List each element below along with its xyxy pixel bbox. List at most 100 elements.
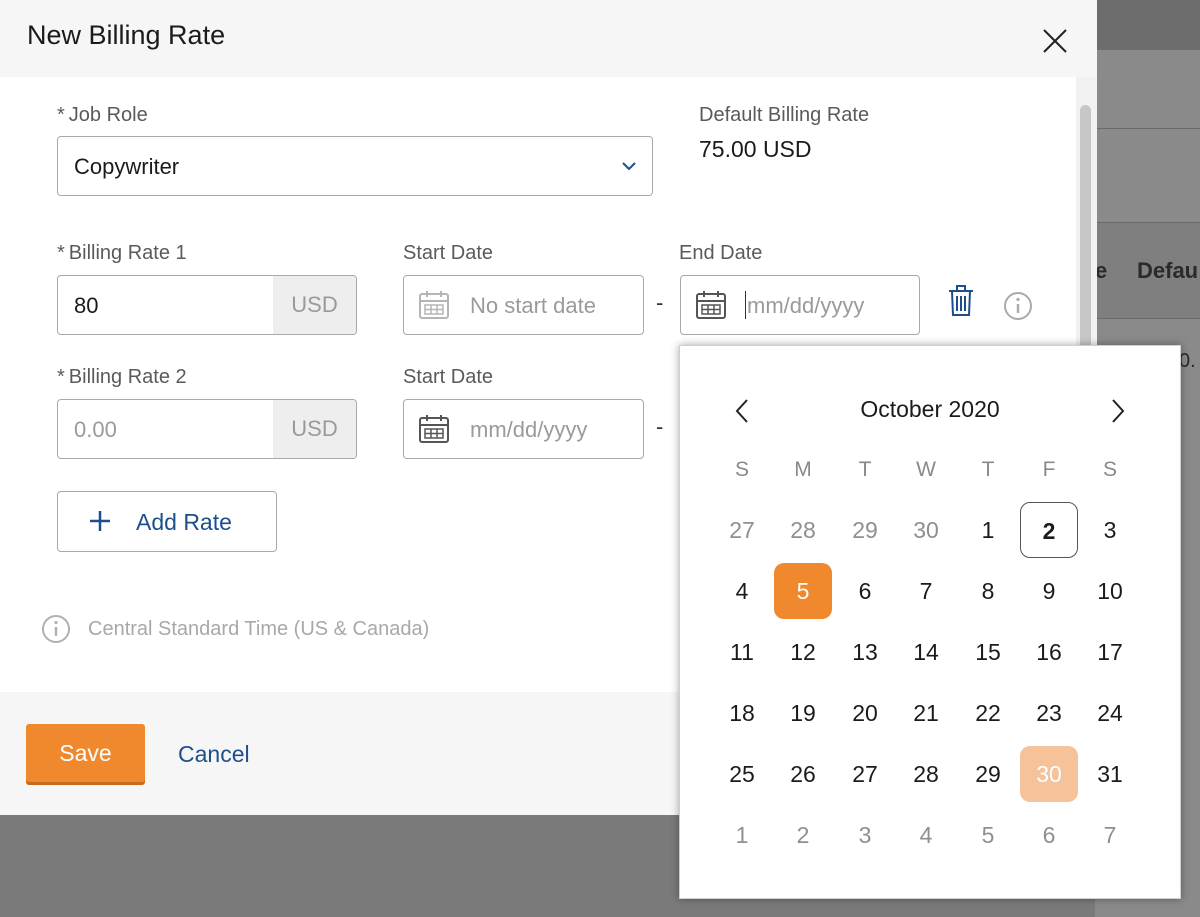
calendar-day[interactable]: 20 — [836, 685, 894, 741]
background-cell-fragment: 0. — [1179, 350, 1196, 372]
start-date-2-placeholder: mm/dd/yyyy — [470, 417, 588, 442]
billing-rate-1-label-text: Billing Rate 1 — [68, 242, 187, 264]
start-date-2-field[interactable]: mm/dd/yyyy — [403, 399, 644, 459]
billing-rate-1-input[interactable]: 80 USD — [57, 275, 357, 335]
add-rate-label: Add Rate — [136, 509, 232, 535]
timezone-text: Central Standard Time (US & Canada) — [88, 618, 430, 640]
calendar-day[interactable]: 28 — [774, 502, 832, 558]
calendar-day[interactable]: 11 — [713, 624, 771, 680]
calendar-day-today[interactable]: 2 — [1020, 502, 1078, 558]
calendar-day[interactable]: 17 — [1081, 624, 1139, 680]
calendar-day[interactable]: 24 — [1081, 685, 1139, 741]
calendar-day[interactable]: 29 — [836, 502, 894, 558]
calendar-day[interactable]: 5 — [959, 807, 1017, 863]
info-icon[interactable] — [1003, 291, 1033, 321]
close-icon[interactable] — [1040, 26, 1070, 56]
billing-rate-2-label-text: Billing Rate 2 — [68, 366, 187, 388]
billing-rate-2-input[interactable]: 0.00 USD — [57, 399, 357, 459]
calendar-day[interactable]: 30 — [897, 502, 955, 558]
job-role-select[interactable]: Copywriter — [57, 136, 653, 196]
background-header-band — [1095, 0, 1200, 50]
currency-addon: USD — [273, 400, 356, 458]
calendar-day[interactable]: 13 — [836, 624, 894, 680]
job-role-label: * Job Role — [57, 104, 148, 127]
calendar-weekday-header: T — [858, 458, 872, 481]
calendar-day[interactable]: 25 — [713, 746, 771, 802]
calendar-day[interactable]: 18 — [713, 685, 771, 741]
start-date-1-label: Start Date — [403, 242, 494, 264]
chevron-right-icon[interactable] — [1106, 396, 1130, 426]
end-date-1-label: End Date — [679, 242, 763, 264]
calendar-weekday-header: T — [981, 458, 995, 481]
required-marker: * — [57, 366, 65, 388]
billing-rate-1-label: * Billing Rate 1 — [57, 242, 187, 265]
calendar-day[interactable]: 23 — [1020, 685, 1078, 741]
calendar-day[interactable]: 14 — [897, 624, 955, 680]
calendar-day[interactable]: 4 — [713, 563, 771, 619]
calendar-day[interactable]: 27 — [713, 502, 771, 558]
calendar-day[interactable]: 1 — [713, 807, 771, 863]
calendar-day[interactable]: 2 — [774, 807, 832, 863]
calendar-day[interactable]: 21 — [897, 685, 955, 741]
save-button[interactable]: Save — [26, 724, 145, 782]
background-divider — [1095, 128, 1200, 129]
calendar-day[interactable]: 3 — [1081, 502, 1139, 558]
calendar-day[interactable]: 15 — [959, 624, 1017, 680]
calendar-day[interactable]: 19 — [774, 685, 832, 741]
calendar-weekday-header: W — [916, 458, 936, 481]
calendar-weekday-header: M — [794, 458, 812, 481]
calendar-day-selected[interactable]: 5 — [774, 563, 832, 619]
calendar-day[interactable]: 4 — [897, 807, 955, 863]
chevron-down-icon — [622, 162, 636, 171]
calendar-day-hovered[interactable]: 30 — [1020, 746, 1078, 802]
date-picker-popup: October 2020 SMTWTFS 27 28 29 30 1 2 3 4 5 6 7 8 9 10… — [679, 345, 1181, 899]
default-billing-rate-label: Default Billing Rate — [699, 104, 870, 126]
calendar-day[interactable]: 16 — [1020, 624, 1078, 680]
cancel-button[interactable]: Cancel — [178, 741, 250, 768]
calendar-day[interactable]: 28 — [897, 746, 955, 802]
background-divider — [1095, 318, 1200, 319]
end-date-1-field[interactable]: mm/dd/yyyy — [680, 275, 920, 335]
calendar-day[interactable]: 8 — [959, 563, 1017, 619]
calendar-icon — [419, 291, 449, 319]
calendar-day[interactable]: 3 — [836, 807, 894, 863]
calendar-day[interactable]: 12 — [774, 624, 832, 680]
calendar-day[interactable]: 27 — [836, 746, 894, 802]
required-marker: * — [57, 242, 65, 264]
currency-addon: USD — [273, 276, 356, 334]
default-billing-rate-value: 75.00 USD — [699, 136, 812, 162]
background-divider — [1095, 222, 1200, 223]
calendar-weekday-header: F — [1042, 458, 1056, 481]
start-date-1-field[interactable]: No start date — [403, 275, 644, 335]
calendar-day[interactable]: 10 — [1081, 563, 1139, 619]
calendar-month-label: October 2020 — [860, 396, 1000, 422]
calendar-day[interactable]: 6 — [1020, 807, 1078, 863]
end-date-1-placeholder: mm/dd/yyyy — [747, 293, 865, 318]
calendar-day[interactable]: 31 — [1081, 746, 1139, 802]
start-date-2-label: Start Date — [403, 366, 494, 388]
calendar-weekday-header: S — [734, 458, 749, 481]
calendar-day[interactable]: 7 — [897, 563, 955, 619]
trash-icon[interactable] — [946, 284, 976, 318]
add-rate-button[interactable]: Add Rate — [57, 491, 277, 552]
info-icon — [42, 615, 70, 643]
scrollbar-thumb[interactable] — [1080, 105, 1091, 375]
modal-header: New Billing Rate — [0, 0, 1097, 77]
calendar-day[interactable]: 9 — [1020, 563, 1078, 619]
calendar-day[interactable]: 7 — [1081, 807, 1139, 863]
modal-title: New Billing Rate — [27, 20, 226, 50]
required-marker: * — [57, 104, 65, 126]
calendar-icon — [696, 291, 726, 319]
text-cursor — [745, 291, 746, 319]
background-header-fragment: Defau — [1137, 258, 1199, 283]
calendar-day[interactable]: 22 — [959, 685, 1017, 741]
job-role-value: Copywriter — [74, 154, 180, 179]
calendar-icon — [419, 415, 449, 443]
start-date-1-value: No start date — [470, 293, 596, 318]
date-range-separator: - — [656, 414, 664, 439]
calendar-day[interactable]: 1 — [959, 502, 1017, 558]
billing-rate-1-value: 80 — [74, 293, 99, 318]
calendar-day[interactable]: 26 — [774, 746, 832, 802]
calendar-day[interactable]: 29 — [959, 746, 1017, 802]
calendar-day[interactable]: 6 — [836, 563, 894, 619]
